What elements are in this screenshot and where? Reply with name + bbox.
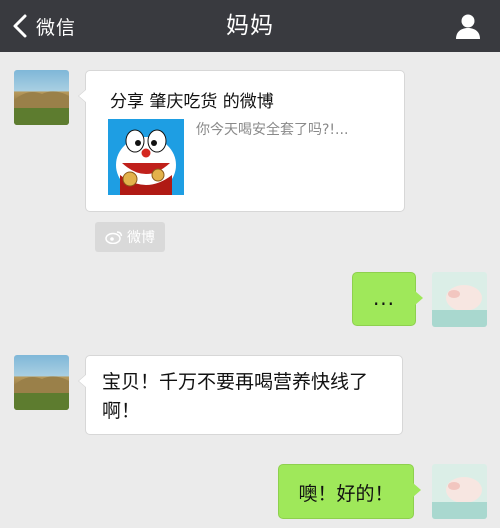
top-nav-bar: 微信 妈妈 (0, 0, 500, 52)
contact-avatar[interactable] (14, 70, 69, 125)
share-title: 分享 肇庆吃货 的微博 (110, 92, 274, 112)
contact-avatar[interactable] (14, 355, 69, 410)
sent-message-bubble[interactable]: 噢！好的！ (278, 464, 421, 519)
doraemon-thumbnail (108, 119, 184, 195)
sent-message-text: ... (372, 286, 396, 310)
shared-weibo-card[interactable]: 分享 肇庆吃货 的微博 你今天喝安全套了吗?!... (78, 70, 405, 212)
chat-title: 妈妈 (226, 13, 274, 39)
person-icon[interactable] (454, 12, 482, 40)
weibo-source-tag[interactable]: 微博 (95, 222, 165, 252)
share-description: 你今天喝安全套了吗?!... (196, 122, 349, 138)
my-avatar[interactable] (432, 272, 487, 327)
sent-message-text: 噢！好的！ (298, 483, 394, 505)
weibo-source-label: 微博 (127, 230, 155, 246)
received-message-bubble[interactable]: 宝贝！千万不要再喝营养快线了啊！ (78, 355, 403, 435)
pig-avatar-image (432, 464, 487, 519)
landscape-avatar-image (14, 91, 69, 125)
landscape-avatar-image (14, 376, 69, 410)
my-avatar[interactable] (432, 464, 487, 519)
weibo-icon (105, 231, 123, 244)
received-message-text: 宝贝！千万不要再喝营养快线了啊！ (102, 371, 369, 422)
pig-avatar-image (432, 272, 487, 327)
sent-message-bubble[interactable]: ... (352, 272, 423, 326)
doraemon-image (108, 119, 184, 195)
